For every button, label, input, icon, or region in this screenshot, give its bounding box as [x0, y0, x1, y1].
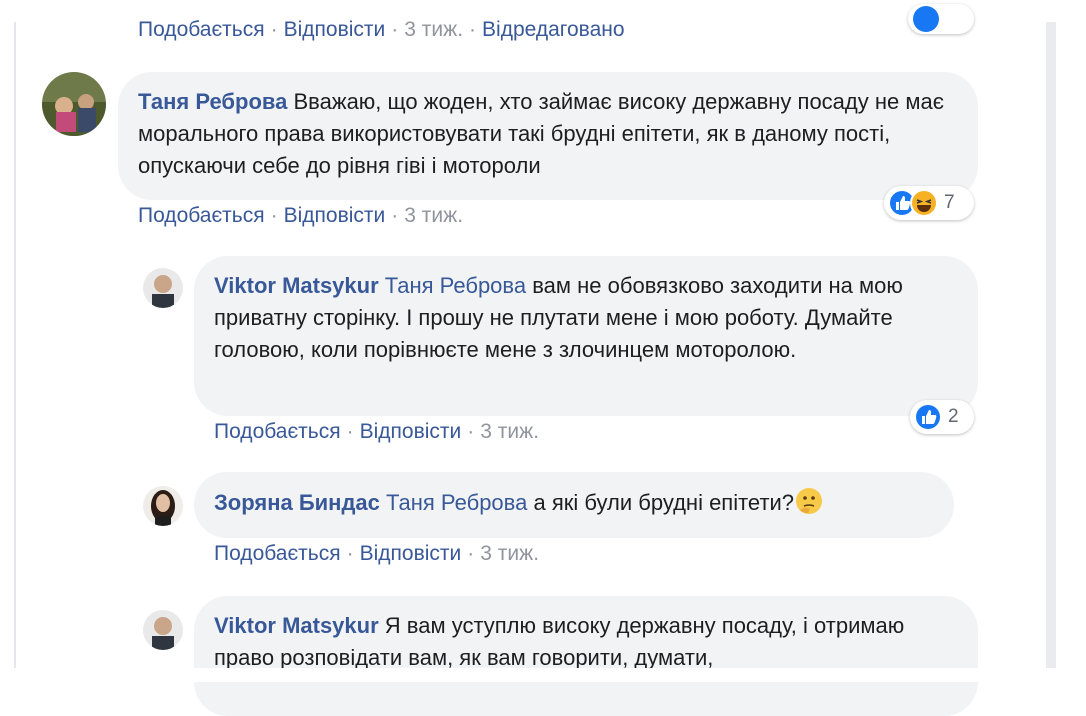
reaction-summary[interactable]: 2	[910, 400, 974, 434]
comment-bubble: Таня Реброва Вважаю, що жоден, хто займа…	[118, 72, 978, 200]
thinking-face-icon	[796, 488, 823, 514]
reply-author[interactable]: Зоряна Биндас	[214, 490, 380, 515]
timestamp[interactable]: 3 тиж.	[480, 420, 539, 443]
separator: ·	[467, 420, 475, 443]
viewport-edge	[0, 668, 1086, 682]
avatar-photo	[143, 610, 183, 650]
reply-actions: Подобається · Відповісти · 3 тиж.	[214, 420, 539, 444]
reply-link[interactable]: Відповісти	[284, 18, 386, 41]
mention-link[interactable]: Таня Реброва	[386, 490, 527, 515]
reply-bubble: Viktor Matsykur Я вам уступлю високу дер…	[194, 596, 978, 716]
right-scroll-track[interactable]	[1046, 22, 1056, 672]
edited-link[interactable]: Відредаговано	[482, 18, 625, 41]
timestamp[interactable]: 3 тиж.	[480, 542, 539, 565]
reply-author[interactable]: Viktor Matsykur	[214, 613, 379, 638]
top-comment-actions: Подобається · Відповісти · 3 тиж. · Відредагов…	[138, 18, 625, 42]
like-link[interactable]: Подобається	[214, 542, 341, 565]
reply-link[interactable]: Відповісти	[284, 204, 386, 227]
avatar-photo	[143, 486, 183, 526]
reply-text: а які були брудні епітети?	[533, 490, 795, 515]
comment-actions: Подобається · Відповісти · 3 тиж.	[138, 204, 463, 228]
haha-icon	[910, 189, 938, 217]
avatar-photo	[42, 72, 106, 136]
avatar-photo	[143, 268, 183, 308]
reaction-summary[interactable]: 7	[884, 186, 974, 220]
reply-bubble: Зоряна Биндас Таня Реброва а які були бр…	[194, 472, 954, 538]
separator: ·	[270, 204, 278, 227]
reply-actions: Подобається · Відповісти · 3 тиж.	[214, 542, 539, 566]
separator: ·	[391, 204, 399, 227]
like-icon	[913, 6, 939, 32]
reaction-count: 7	[944, 192, 955, 213]
avatar[interactable]	[143, 486, 183, 526]
separator: ·	[469, 18, 477, 41]
reaction-summary-top[interactable]	[908, 4, 974, 34]
mention-link[interactable]: Таня Реброва	[385, 273, 526, 298]
avatar[interactable]	[143, 610, 183, 650]
like-link[interactable]: Подобається	[214, 420, 341, 443]
like-link[interactable]: Подобається	[138, 18, 265, 41]
separator: ·	[270, 18, 278, 41]
avatar[interactable]	[42, 72, 106, 136]
timestamp[interactable]: 3 тиж.	[404, 18, 463, 41]
reply-author[interactable]: Viktor Matsykur	[214, 273, 379, 298]
timestamp[interactable]: 3 тиж.	[404, 204, 463, 227]
like-icon	[914, 403, 942, 431]
separator: ·	[346, 420, 354, 443]
reply-link[interactable]: Відповісти	[360, 420, 462, 443]
comment-author[interactable]: Таня Реброва	[138, 89, 287, 114]
separator: ·	[467, 542, 475, 565]
like-link[interactable]: Подобається	[138, 204, 265, 227]
avatar[interactable]	[143, 268, 183, 308]
separator: ·	[391, 18, 399, 41]
reply-link[interactable]: Відповісти	[360, 542, 462, 565]
left-border	[14, 22, 16, 672]
separator: ·	[346, 542, 354, 565]
reply-bubble: Viktor Matsykur Таня Реброва вам не обов…	[194, 256, 978, 416]
reaction-count: 2	[948, 406, 959, 427]
